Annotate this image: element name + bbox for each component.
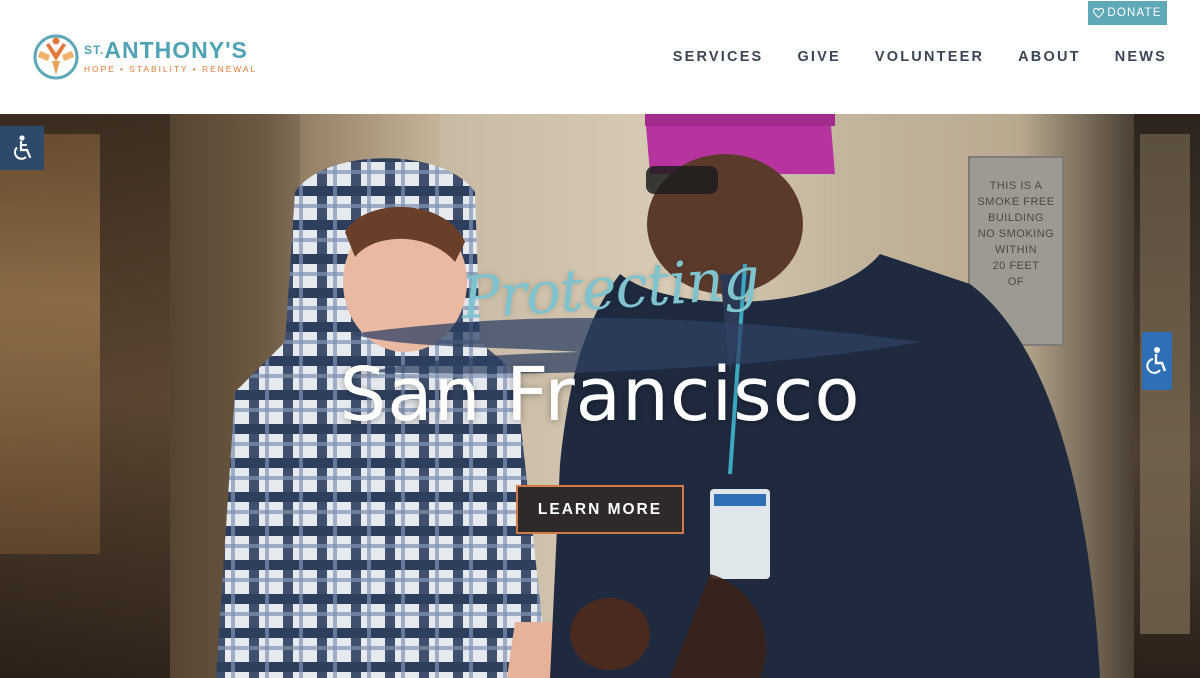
accessibility-button[interactable] [0, 126, 44, 170]
site-logo[interactable]: ST.ANTHONY'S HOPE • STABILITY • RENEWAL [32, 30, 277, 82]
nav-item-services[interactable]: SERVICES [673, 49, 764, 65]
main-nav: SERVICES GIVE VOLUNTEER ABOUT NEWS [673, 49, 1167, 65]
nav-item-give[interactable]: GIVE [797, 49, 840, 65]
hero-headline: San Francisco [339, 352, 861, 438]
donate-button[interactable]: DONATE [1088, 1, 1167, 25]
nav-item-about[interactable]: ABOUT [1018, 49, 1081, 65]
logo-prefix: ST. [84, 43, 105, 57]
heart-icon [1093, 8, 1105, 18]
hero-banner: THIS IS A SMOKE FREE BUILDING NO SMOKING… [0, 114, 1200, 678]
logo-tagline: HOPE • STABILITY • RENEWAL [84, 64, 258, 74]
logo-emblem [32, 31, 80, 81]
nav-item-volunteer[interactable]: VOLUNTEER [875, 49, 984, 65]
wheelchair-icon [14, 135, 32, 160]
logo-name: ANTHONY'S [104, 37, 248, 63]
nav-item-news[interactable]: NEWS [1115, 49, 1167, 65]
donate-label: DONATE [1107, 7, 1162, 19]
site-header: DONATE ST.ANTHONY'S HOPE • STABILITY • R… [0, 0, 1200, 114]
learn-more-button[interactable]: LEARN MORE [516, 485, 684, 534]
hero-photo-door-glass [0, 134, 100, 554]
ada-sign-icon [1142, 332, 1172, 390]
